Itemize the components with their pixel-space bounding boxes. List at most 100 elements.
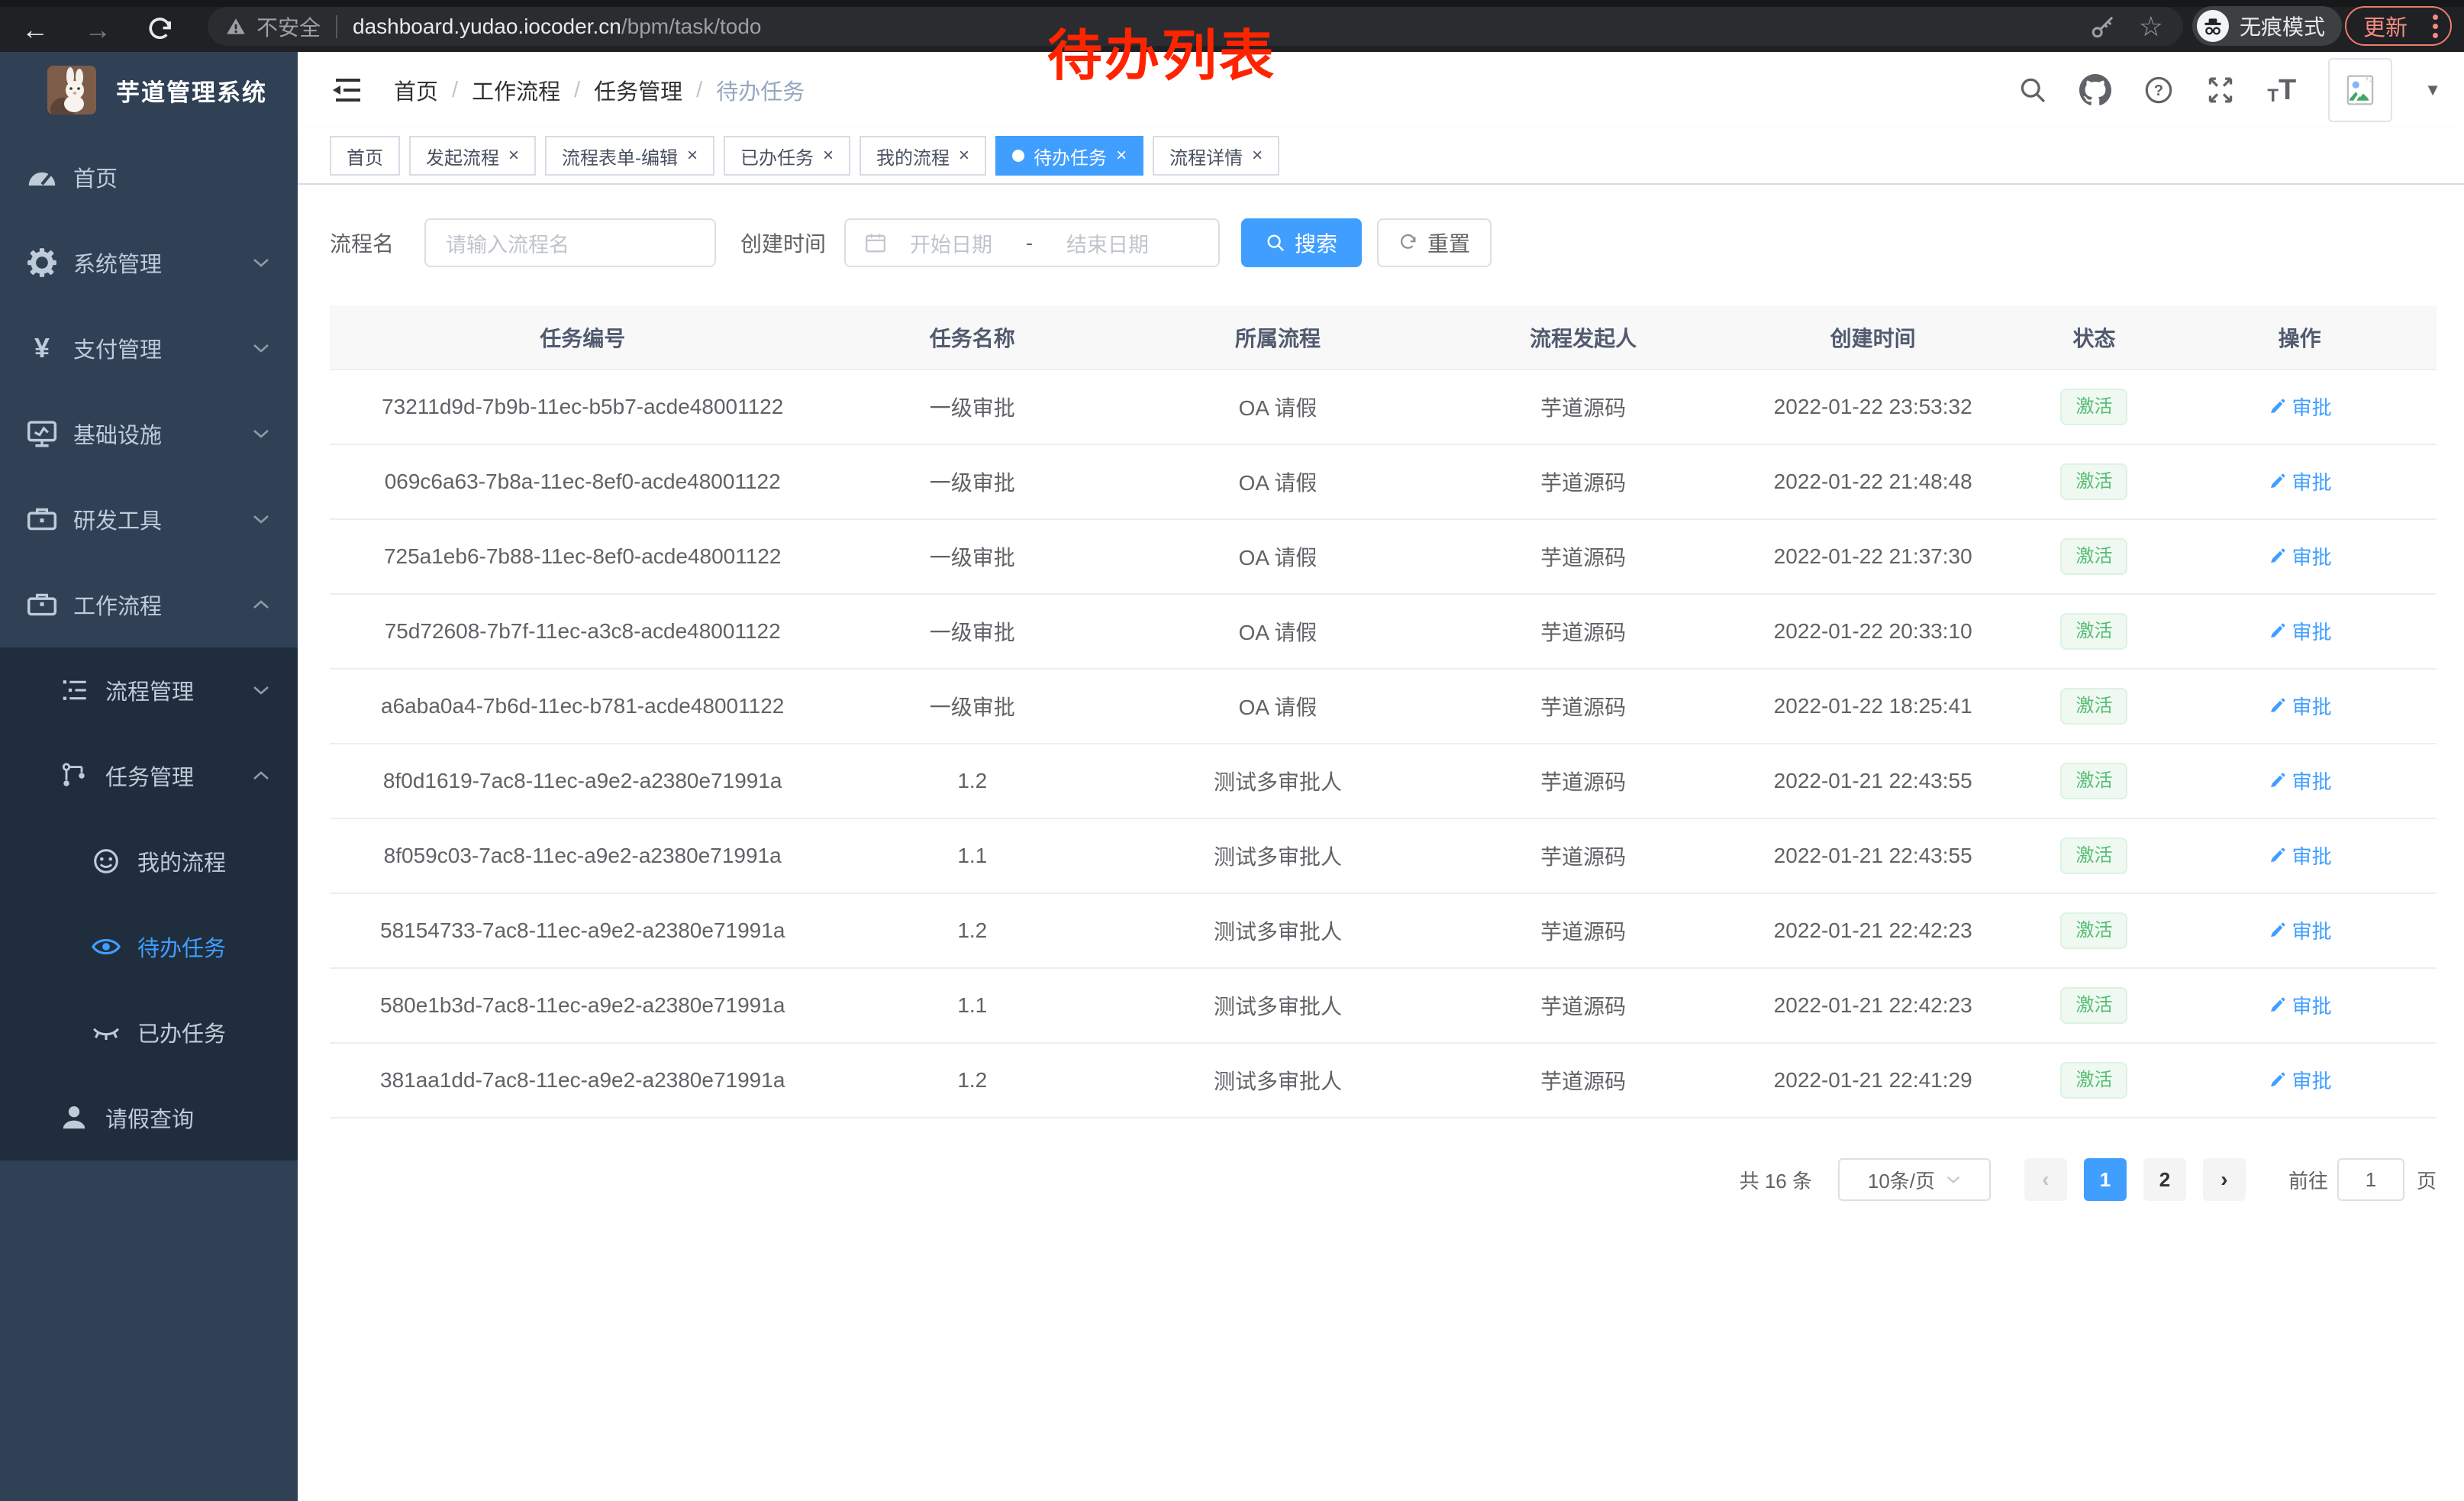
process-name-input[interactable]: 请输入流程名 [424,218,716,267]
sidebar-item-payment[interactable]: ¥ 支付管理 [0,305,298,391]
tab-done-tasks[interactable]: 已办任务× [724,136,850,176]
back-icon[interactable]: ← [20,15,50,45]
sidebar-item-system[interactable]: 系统管理 [0,220,298,305]
breadcrumb-task-management[interactable]: 任务管理 [594,74,682,106]
browser-menu-icon[interactable] [2433,15,2438,38]
github-icon[interactable] [2079,74,2111,106]
url-path: /bpm/task/todo [621,15,762,39]
browser-update-button[interactable]: 更新 [2345,6,2452,46]
breadcrumb-separator: / [574,78,580,103]
update-label: 更新 [2363,10,2408,42]
incognito-icon [2197,10,2229,42]
chevron-up-icon [252,770,270,782]
prev-page-button[interactable]: ‹ [2024,1158,2067,1201]
tab-process-form-edit[interactable]: 流程表单-编辑 × [545,136,714,176]
bookmark-star-icon[interactable]: ☆ [2139,11,2163,43]
sidebar-item-leave-query[interactable]: 请假查询 [0,1075,298,1160]
date-range-picker[interactable]: 开始日期 - 结束日期 [844,218,1220,267]
sidebar-item-done-tasks[interactable]: 已办任务 [0,989,298,1075]
status-badge: 激活 [2060,987,2127,1025]
approve-link[interactable]: 审批 [2268,692,2332,720]
sidebar-item-workflow[interactable]: 工作流程 [0,562,298,647]
close-icon[interactable]: × [508,147,519,165]
close-icon[interactable]: × [1252,147,1263,165]
avatar-caret-icon[interactable]: ▼ [2424,80,2441,100]
cell-process: OA 请假 [1109,370,1446,444]
tab-todo-tasks[interactable]: 待办任务× [995,136,1143,176]
next-page-button[interactable]: › [2203,1158,2246,1201]
avatar[interactable] [2328,58,2392,122]
sidebar-item-devtools[interactable]: 研发工具 [0,476,298,562]
approve-link[interactable]: 审批 [2268,1066,2332,1094]
tab-label: 流程表单-编辑 [562,143,678,169]
key-icon[interactable] [2090,14,2116,40]
close-icon[interactable]: × [1116,147,1127,165]
approve-link[interactable]: 审批 [2268,841,2332,870]
tab-home[interactable]: 首页 [330,136,400,176]
close-icon[interactable]: × [823,147,834,165]
help-icon[interactable]: ? [2143,75,2174,105]
tab-my-processes[interactable]: 我的流程× [859,136,986,176]
cell-task-name: 一级审批 [835,669,1109,744]
sidebar-item-todo-tasks[interactable]: 待办任务 [0,904,298,989]
cell-initiator: 芋道源码 [1446,818,1721,893]
font-size-icon[interactable]: TT [2267,74,2296,107]
sidebar-item-label: 我的流程 [137,845,226,877]
sidebar-item-infrastructure[interactable]: 基础设施 [0,391,298,476]
forward-icon[interactable]: → [82,15,113,45]
close-icon[interactable]: × [959,147,969,165]
breadcrumb-workflow[interactable]: 工作流程 [472,74,560,106]
cell-task-name: 一级审批 [835,594,1109,669]
dashboard-icon [24,160,60,195]
approve-label: 审批 [2292,392,2332,421]
fullscreen-icon[interactable] [2206,76,2235,105]
page-2-button[interactable]: 2 [2143,1158,2186,1201]
cell-created: 2022-01-21 22:41:29 [1721,1043,2026,1118]
sidebar-item-my-processes[interactable]: 我的流程 [0,818,298,904]
approve-link[interactable]: 审批 [2268,617,2332,645]
sidebar-item-label: 请假查询 [105,1102,194,1134]
status-badge: 激活 [2060,538,2127,576]
cell-task-name: 1.1 [835,968,1109,1043]
tab-process-detail[interactable]: 流程详情× [1153,136,1279,176]
approve-label: 审批 [2292,767,2332,795]
table-row: 73211d9d-7b9b-11ec-b5b7-acde48001122 一级审… [330,370,2437,444]
cell-task-id: 58154733-7ac8-11ec-a9e2-a2380e71991a [330,893,835,968]
cell-task-id: 725a1eb6-7b88-11ec-8ef0-acde48001122 [330,519,835,594]
reload-icon[interactable] [145,15,176,45]
reset-button[interactable]: 重置 [1377,218,1492,267]
approve-link[interactable]: 审批 [2268,392,2332,421]
input-placeholder: 请输入流程名 [446,228,569,258]
search-button[interactable]: 搜索 [1241,218,1362,267]
cell-initiator: 芋道源码 [1446,444,1721,519]
approve-link[interactable]: 审批 [2268,916,2332,944]
page-size-select[interactable]: 10条/页 [1838,1158,1991,1201]
page-1-button[interactable]: 1 [2084,1158,2127,1201]
goto-page-input[interactable]: 1 [2337,1158,2404,1201]
app-logo[interactable]: 芋道管理系统 [0,52,298,128]
sidebar-item-process-management[interactable]: 流程管理 [0,647,298,733]
sidebar-item-label: 首页 [73,161,118,193]
sidebar-item-label: 已办任务 [137,1016,226,1048]
col-actions: 操作 [2162,305,2437,370]
sidebar-item-task-management[interactable]: 任务管理 [0,733,298,818]
approve-link[interactable]: 审批 [2268,991,2332,1019]
cell-initiator: 芋道源码 [1446,893,1721,968]
close-icon[interactable]: × [687,147,698,165]
start-date-placeholder: 开始日期 [910,228,992,258]
chevron-down-icon [252,513,270,525]
approve-link[interactable]: 审批 [2268,467,2332,495]
breadcrumb-home[interactable]: 首页 [394,74,438,106]
divider [336,15,337,38]
col-process: 所属流程 [1109,305,1446,370]
approve-link[interactable]: 审批 [2268,767,2332,795]
search-icon[interactable] [2018,76,2047,105]
sidebar-collapse-icon[interactable] [331,75,363,105]
approve-link[interactable]: 审批 [2268,542,2332,570]
cell-process: 测试多审批人 [1109,818,1446,893]
main-content: 流程名 请输入流程名 创建时间 开始日期 - 结束日期 搜索 重置 任务编号 任… [298,185,2464,1501]
tab-start-process[interactable]: 发起流程× [409,136,536,176]
sidebar-item-home[interactable]: 首页 [0,134,298,220]
flow-tree-icon [56,758,92,793]
tasks-table: 任务编号 任务名称 所属流程 流程发起人 创建时间 状态 操作 73211d9d… [330,305,2437,1118]
